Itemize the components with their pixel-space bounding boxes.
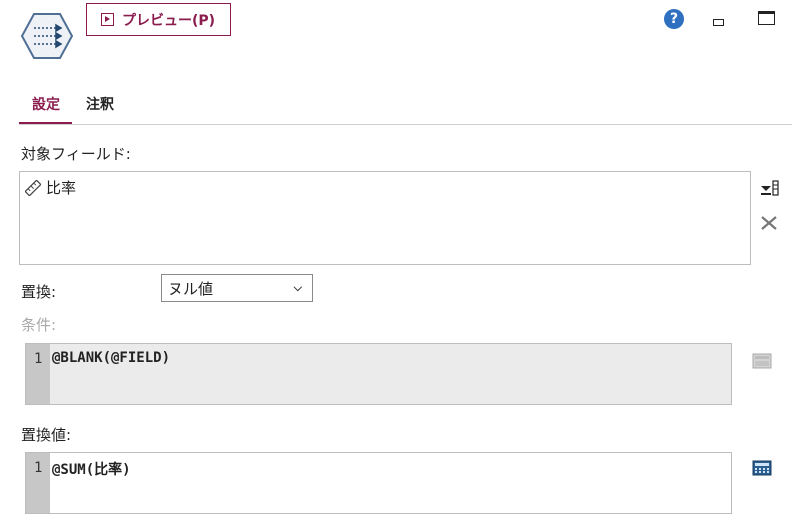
chevron-down-icon: ⌵ bbox=[293, 281, 302, 294]
preview-label: プレビュー(P) bbox=[122, 12, 216, 29]
expression-builder-icon bbox=[752, 353, 772, 369]
condition-editor[interactable]: 1 @BLANK(@FIELD) bbox=[25, 343, 732, 405]
tab-settings[interactable]: 設定 bbox=[32, 94, 60, 114]
help-icon[interactable]: ? bbox=[664, 9, 684, 29]
line-number: 1 bbox=[34, 460, 43, 476]
replace-select[interactable]: ヌル値 ⌵ bbox=[161, 274, 313, 302]
expression-builder-icon[interactable] bbox=[752, 460, 772, 476]
condition-code: @BLANK(@FIELD) bbox=[52, 350, 171, 366]
tab-divider bbox=[19, 124, 792, 125]
replacement-label: 置換値: bbox=[21, 426, 72, 444]
preview-button[interactable]: プレビュー(P) bbox=[86, 3, 231, 36]
replacement-code: @SUM(比率) bbox=[52, 462, 131, 478]
replace-selected-value: ヌル値 bbox=[168, 279, 214, 298]
maximize-icon[interactable] bbox=[758, 11, 775, 25]
line-number: 1 bbox=[34, 351, 43, 367]
field-name: 比率 bbox=[46, 179, 77, 197]
replacement-editor[interactable]: 1 @SUM(比率) bbox=[25, 452, 732, 514]
field-picker-icon[interactable] bbox=[759, 178, 779, 198]
remove-icon[interactable] bbox=[759, 213, 779, 233]
list-item[interactable]: 比率 bbox=[25, 177, 76, 198]
condition-label: 条件: bbox=[21, 316, 57, 334]
minimize-icon[interactable] bbox=[713, 19, 724, 26]
filler-node-icon bbox=[20, 13, 74, 59]
tab-annotations[interactable]: 注釈 bbox=[86, 94, 114, 114]
fields-list[interactable]: 比率 bbox=[19, 171, 751, 265]
play-icon bbox=[101, 13, 114, 26]
ruler-icon bbox=[25, 179, 41, 196]
fields-label: 対象フィールド: bbox=[21, 145, 131, 163]
replace-label: 置換: bbox=[21, 283, 57, 301]
